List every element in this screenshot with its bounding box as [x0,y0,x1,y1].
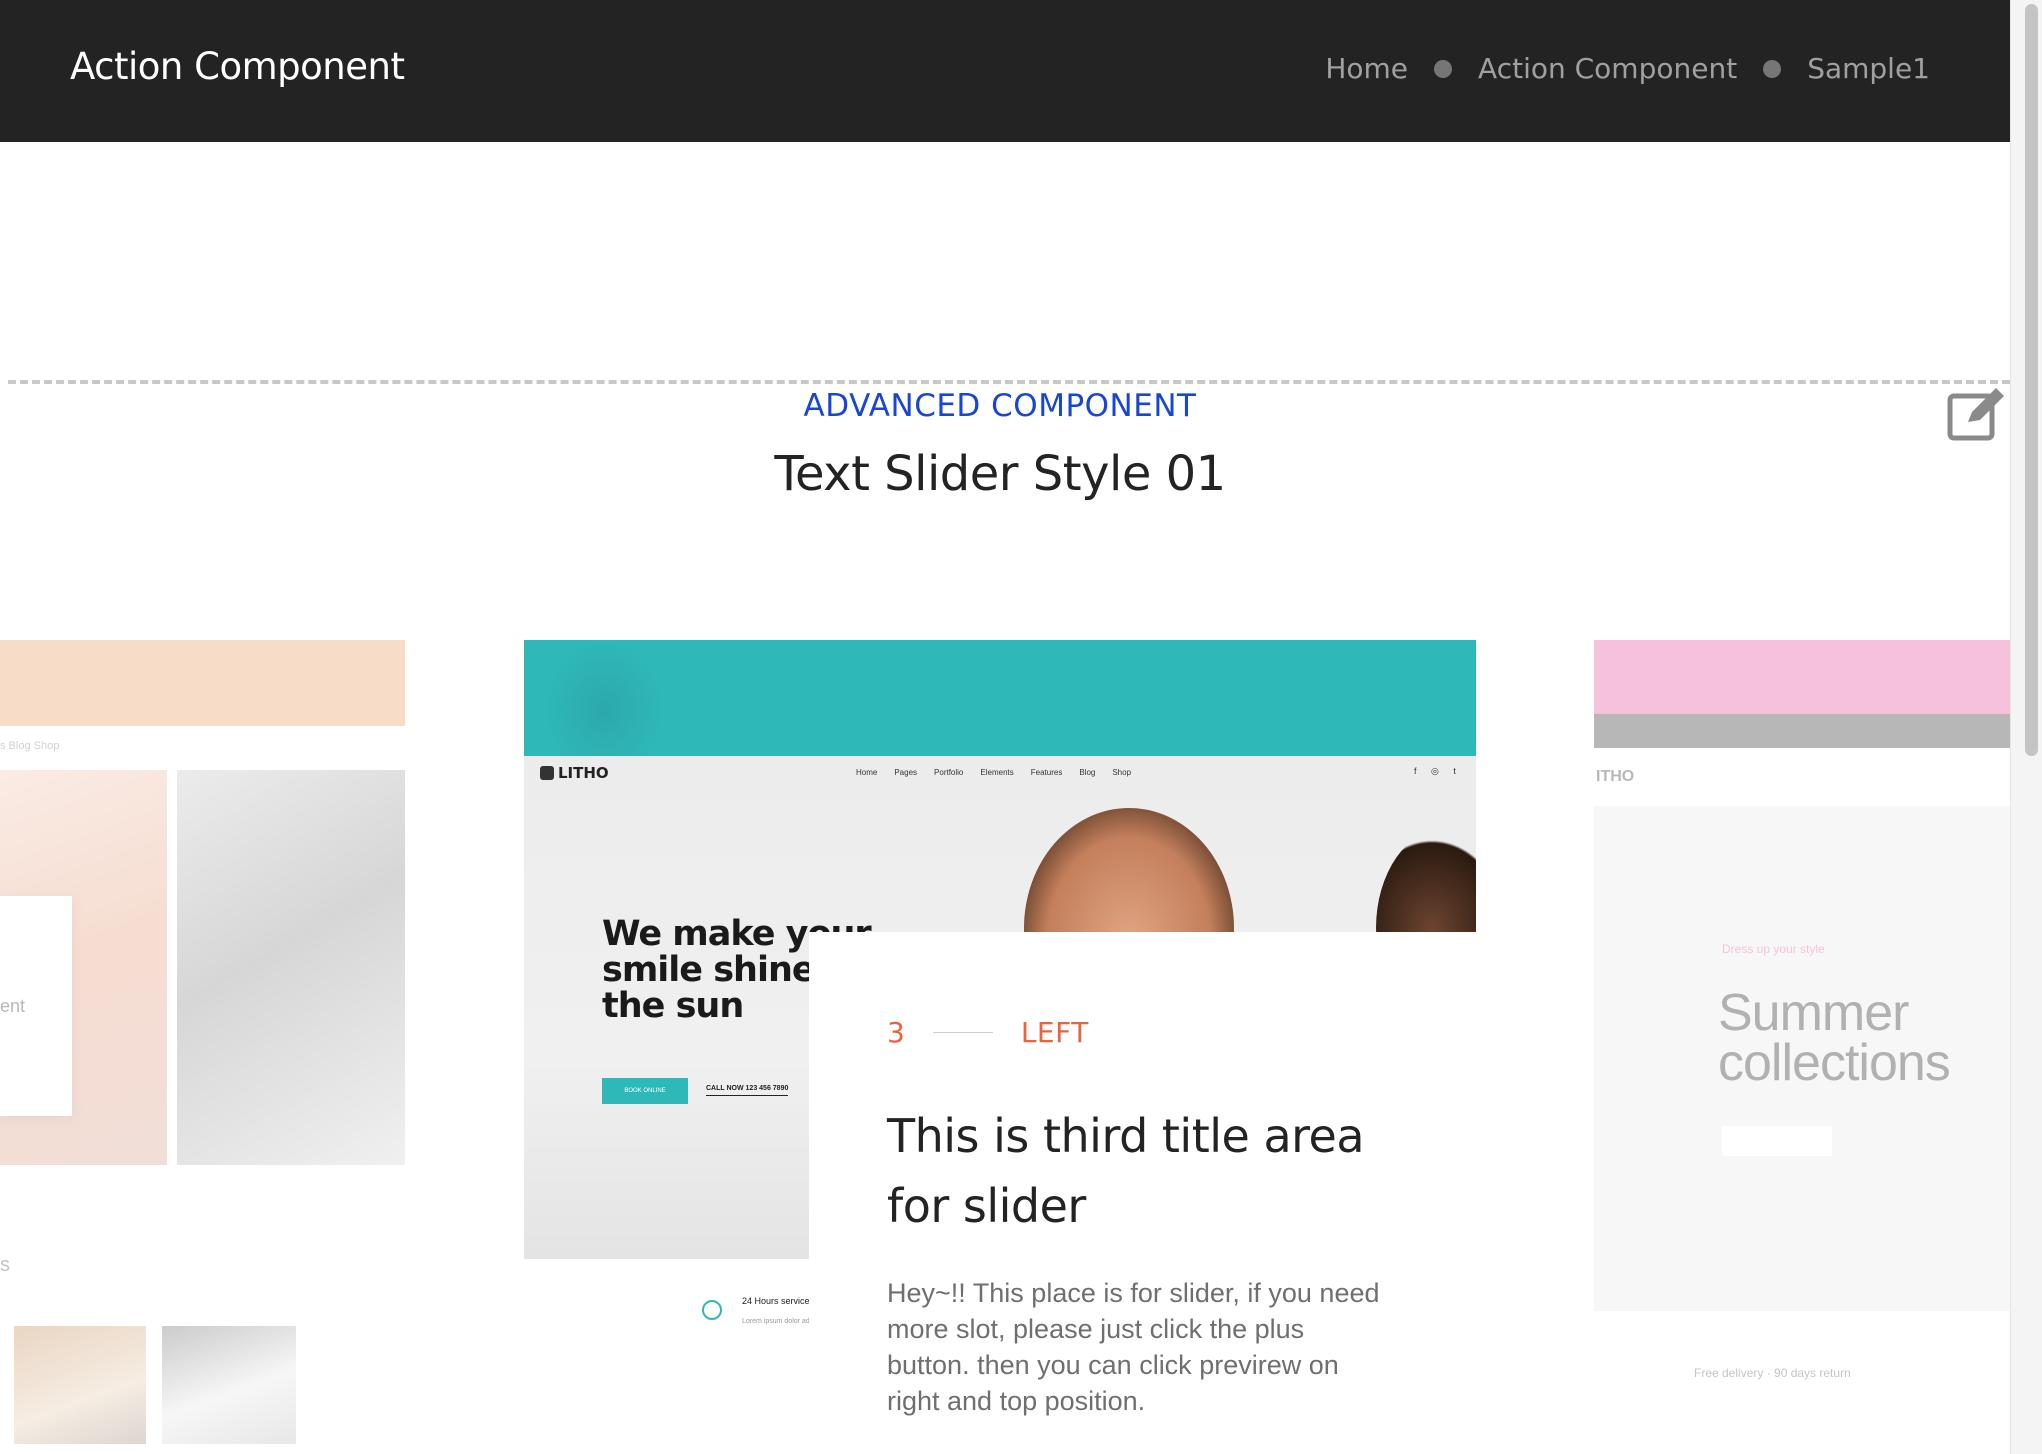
hero-headline: Summer collections [1718,984,1951,1092]
hero-tagline: Dress up your style [1722,942,1825,956]
service-title: 24 Hours service [742,1296,810,1306]
app-title: Action Component [70,45,405,88]
slide-number: 3 [887,1016,905,1049]
feature-strip: Free delivery · 90 days return [1694,1366,1851,1380]
slider-text-card: 3 LEFT This is third title area for slid… [809,932,1476,1454]
site-nav-item: Shop [1112,768,1132,777]
section-eyebrow: ADVANCED COMPONENT [803,388,1197,424]
site-nav: Home Pages Portfolio Elements Features B… [856,768,1131,777]
breadcrumb-current: Sample1 [1807,52,1930,85]
slide-previous[interactable]: s Blog Shop ent s [0,640,405,1454]
slide-card: ent [0,896,72,1116]
announcement-bar [1594,714,2010,748]
breadcrumb-separator [1763,59,1782,78]
site-nav-item: Portfolio [934,768,964,777]
slide-meta: 3 LEFT [887,1016,1476,1049]
site-logo-text: LITHO [558,764,609,782]
site-nav-item: Pages [894,768,918,777]
social-icons: f ◎ t [1414,766,1462,776]
slide-banner [1594,640,2010,714]
slide-photo [177,770,405,1165]
site-nav-item: Home [856,768,878,777]
slide-banner [0,640,405,726]
site-nav-item: Features [1030,768,1063,777]
slide-title: This is third title area for slider [887,1109,1365,1233]
product-thumbnail [14,1326,146,1444]
call-now-link: CALL NOW 123 456 7890 [706,1085,789,1096]
section-title: Text Slider Style 01 [774,446,1226,502]
slide-banner [524,640,1476,756]
vertical-scrollbar[interactable] [2010,0,2042,1454]
breadcrumb-action-component[interactable]: Action Component [1478,52,1737,85]
slide-position-label: LEFT [1020,1016,1089,1049]
slide-next[interactable]: ITHO Dress up your style Summer collecti… [1594,640,2010,1454]
site-logo: LITHO [540,764,609,782]
scrollbar-thumb[interactable] [2025,4,2038,756]
slide-nav: s Blog Shop [0,740,60,752]
logo-mark-icon [540,766,554,780]
breadcrumb: Home Action Component Sample1 [1325,52,1930,85]
shop-collection-button [1722,1126,1832,1156]
section-outline [8,380,2010,384]
slide-caption: s [0,1254,10,1276]
product-thumbnail [162,1326,296,1444]
meta-divider [932,1032,993,1033]
breadcrumb-separator [1434,59,1453,78]
book-online-button: BOOK ONLINE [602,1078,688,1104]
site-nav-item: Elements [980,768,1014,777]
banner-face-image [544,640,664,756]
slide-description: Hey~!! This place is for slider, if you … [887,1278,1380,1416]
top-header: Action Component Home Action Component S… [0,0,2010,142]
site-nav-item: Blog [1079,768,1096,777]
site-logo: ITHO [1596,768,1635,785]
breadcrumb-home[interactable]: Home [1325,52,1408,85]
clock-icon [702,1300,722,1320]
